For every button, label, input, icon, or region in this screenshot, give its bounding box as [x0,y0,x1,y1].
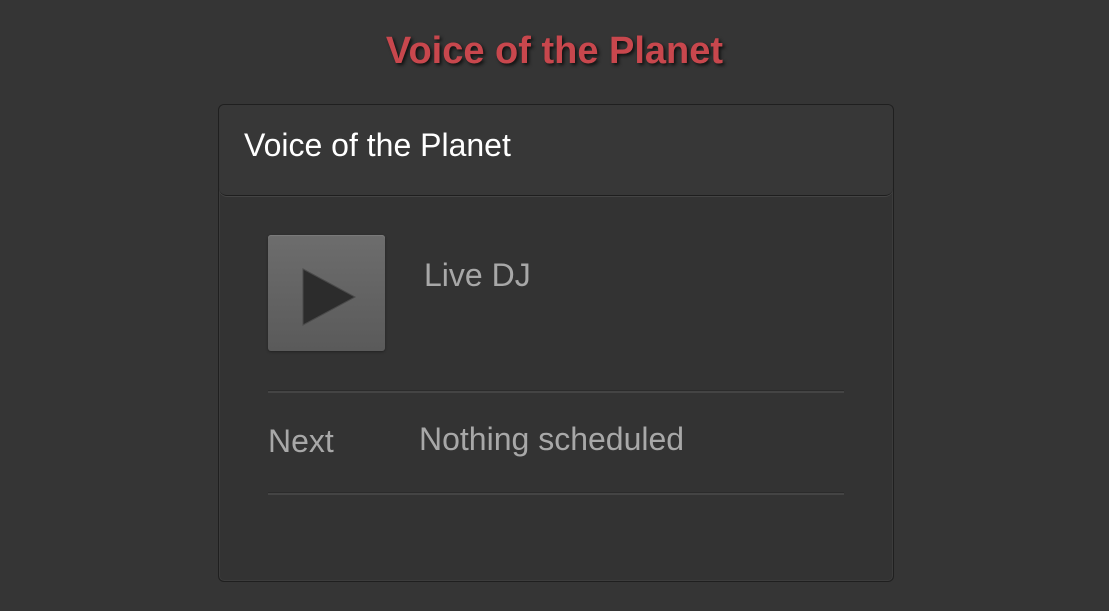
divider [268,390,844,393]
page: Voice of the Planet Voice of the Planet … [0,0,1109,611]
play-icon [302,268,357,326]
next-label: Next [268,423,334,459]
play-button[interactable] [268,235,385,351]
next-value: Nothing scheduled [419,421,685,457]
station-panel: Voice of the Planet Live DJ Next Nothing… [218,104,894,582]
now-playing-text: Live DJ [424,257,531,293]
panel-header: Voice of the Planet [219,105,893,196]
page-title: Voice of the Planet [385,30,724,72]
station-name: Voice of the Planet [244,127,511,163]
divider [268,492,844,495]
